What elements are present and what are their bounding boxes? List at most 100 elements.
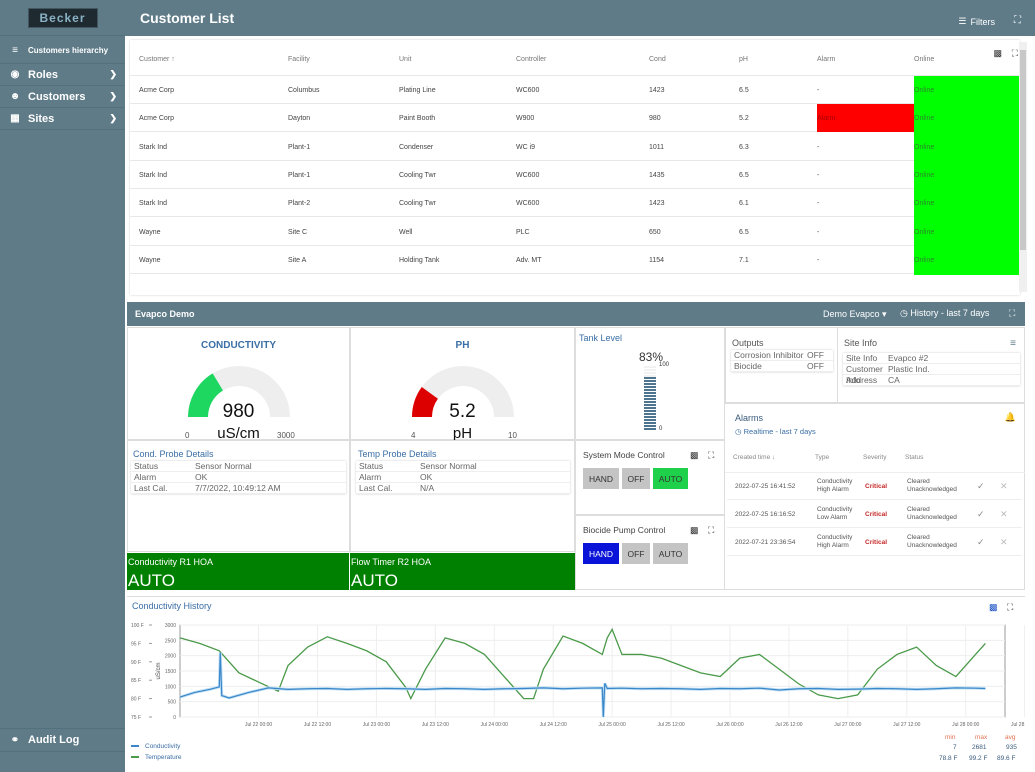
fullscreen-icon[interactable]: ⛶ xyxy=(708,525,714,536)
fullscreen-icon[interactable]: ⛶ xyxy=(708,450,714,461)
flow-timer-r2-hoa: Flow Timer R2 HOA AUTO xyxy=(350,553,575,590)
site-info-row: Customer Info Plastic Ind. xyxy=(843,364,1020,385)
table-row[interactable]: Acme Corp Columbus Plating Line WC600 1423 6.… xyxy=(130,76,1020,105)
history-button[interactable]: ◷ History - last 7 days xyxy=(900,308,989,319)
table-cell: Cooling Twr xyxy=(399,171,436,179)
probe-value: Sensor Normal xyxy=(420,461,477,471)
table-cell: - xyxy=(817,87,820,94)
outputs-card: Outputs Corrosion Inhibitor OFF Biocide OF… xyxy=(725,327,837,403)
x-tick-label: Jul 26 00:00 xyxy=(716,722,743,728)
table-row[interactable]: Acme Corp Dayton Paint Booth W900 980 5.2 Alar… xyxy=(130,104,1020,134)
x-tick-label: Jul 25 00:00 xyxy=(599,722,626,728)
realtime-button[interactable]: ◷ Realtime - last 7 days xyxy=(735,427,816,436)
y-tick-label: 2000 xyxy=(165,654,176,660)
acknowledge-icon[interactable]: ✓ xyxy=(977,537,985,548)
column-header[interactable]: Cond xyxy=(649,56,666,63)
column-header[interactable]: Controller xyxy=(516,56,546,63)
sidebar-item-roles[interactable]: ◉ Roles ❯ xyxy=(0,64,125,86)
table-row[interactable]: Stark Ind Plant-1 Cooling Twr WC600 1435 6.5 -… xyxy=(130,160,1020,190)
menu-icon[interactable]: ≡ xyxy=(1010,338,1016,349)
column-header[interactable]: Customer ↑ xyxy=(139,56,175,63)
probe-row: Alarm OK xyxy=(356,472,570,483)
probe-label: Status xyxy=(134,461,159,471)
table-row[interactable]: Stark Ind Plant-1 Condenser WC i9 1011 6.3 - On… xyxy=(130,132,1020,162)
table-cell: 6.5 xyxy=(739,228,749,236)
table-cell: Plating Line xyxy=(399,87,436,94)
table-row[interactable]: Wayne Site A Holding Tank Adv. MT 1154 7.1 - On… xyxy=(130,245,1020,275)
ph-gauge-card: PH 5.2 pH 4 10 xyxy=(350,327,575,442)
table-cell: 5.2 xyxy=(739,115,749,123)
system-mode-off-button[interactable]: OFF xyxy=(622,468,650,489)
top-bar: Customer List ☰ Filters ⛶ xyxy=(125,0,1035,36)
sidebar-item-sites[interactable]: ▦ Sites ❯ xyxy=(0,108,125,130)
column-header[interactable]: Online xyxy=(914,56,934,63)
series-conductivity-line xyxy=(179,652,986,718)
column-header[interactable]: Facility xyxy=(288,56,310,63)
filter-icon: ☰ xyxy=(958,16,967,26)
conductivity-gauge-card: CONDUCTIVITY 980 uS/cm 0 3000 xyxy=(127,327,350,442)
table-cell: - xyxy=(817,200,820,208)
table-cell: 6.1 xyxy=(739,200,749,208)
table-cell: Acme Corp xyxy=(139,115,175,123)
table-row[interactable]: Wayne Site C Well PLC 650 6.5 - Online xyxy=(130,217,1020,247)
probe-label: Last Cal. xyxy=(359,483,393,493)
series-conductivity-halo xyxy=(179,652,986,718)
customers-hierarchy-link[interactable]: ≡ Customers hierarchy xyxy=(0,38,125,64)
column-header[interactable]: Unit xyxy=(399,56,411,63)
column-header[interactable]: pH xyxy=(739,56,748,63)
system-mode-auto-button[interactable]: AUTO xyxy=(653,468,688,489)
system-mode-hand-button[interactable]: HAND xyxy=(583,468,619,489)
legend-conductivity[interactable]: Conductivity xyxy=(131,743,180,750)
sidebar-item-customers[interactable]: ☻ Customers ❯ xyxy=(0,86,125,108)
legend-label: Temperature xyxy=(145,754,182,761)
hoa-title: Conductivity R1 HOA xyxy=(128,557,214,567)
probe-label: Alarm xyxy=(134,472,157,482)
alarm-status1: Cleared xyxy=(907,506,930,513)
alarm-col-created[interactable]: Created time ↓ xyxy=(733,454,775,461)
conductivity-history-card: Conductivity History ▩ ⛶ 3000 2500 2000 150… xyxy=(127,596,1025,768)
table-cell: Plant-2 xyxy=(288,200,311,208)
device-select[interactable]: Demo Evapco ▾ xyxy=(823,309,887,320)
customers-hierarchy-label: Customers hierarchy xyxy=(28,46,109,55)
legend-temperature[interactable]: Temperature xyxy=(131,754,182,761)
table-cell: Adv. MT xyxy=(516,256,542,264)
y2-tick-label: 85 F xyxy=(131,678,141,684)
fullscreen-icon[interactable]: ⛶ xyxy=(1014,15,1021,26)
y-axis-label: uS/cm xyxy=(156,662,162,679)
logo[interactable]: Becker xyxy=(0,0,125,36)
tank-level-title: Tank Level xyxy=(579,333,623,343)
biocide-pump-hand-button[interactable]: HAND xyxy=(583,543,619,564)
alarm-row[interactable]: 2022-07-21 23:36:54 Conductivity High Alar… xyxy=(727,528,1022,556)
table-cell: Columbus xyxy=(288,87,320,94)
y2-tick-label: 80 F xyxy=(131,697,141,703)
table-cell: 650 xyxy=(649,228,661,236)
export-icon[interactable]: ▩ xyxy=(690,525,699,536)
alarm-row[interactable]: 2022-07-25 16:16:52 Conductivity Low Alarm… xyxy=(727,500,1022,528)
site-info-row: Address CA xyxy=(843,375,1020,386)
sidebar-item-audit-log[interactable]: ⚭ Audit Log xyxy=(0,728,125,752)
clear-icon[interactable]: ✕ xyxy=(1000,509,1008,520)
table-cell: - xyxy=(817,171,820,179)
x-tick-label: Jul 23 12:00 xyxy=(422,722,449,728)
acknowledge-icon[interactable]: ✓ xyxy=(977,481,985,492)
alarm-status2: Unacknowledged xyxy=(907,542,957,549)
bell-icon[interactable]: 🔔 xyxy=(1005,412,1016,423)
table-cell: 6.5 xyxy=(739,171,749,179)
export-icon[interactable]: ▩ xyxy=(690,450,699,461)
column-header[interactable]: Alarm xyxy=(817,56,835,63)
filters-button[interactable]: ☰ Filters xyxy=(958,16,995,27)
x-tick-label: Jul 26 12:00 xyxy=(775,722,802,728)
acknowledge-icon[interactable]: ✓ xyxy=(977,509,985,520)
dashboard-title: Evapco Demo xyxy=(135,309,195,319)
biocide-pump-auto-button[interactable]: AUTO xyxy=(653,543,688,564)
table-row[interactable]: Stark Ind Plant-2 Cooling Twr WC600 1423 6.1 -… xyxy=(130,189,1020,219)
customer-table: ▩ ⛶ Customer ↑ Facility Unit Controller Cond… xyxy=(130,40,1020,325)
table-cell: Plant-1 xyxy=(288,171,311,179)
clear-icon[interactable]: ✕ xyxy=(1000,481,1008,492)
alarm-row[interactable]: 2022-07-25 16:41:52 Conductivity High Alar… xyxy=(727,472,1022,500)
clear-icon[interactable]: ✕ xyxy=(1000,537,1008,548)
table-scrollbar-thumb[interactable] xyxy=(1020,50,1026,250)
biocide-pump-off-button[interactable]: OFF xyxy=(622,543,650,564)
sidebar-item-label: Audit Log xyxy=(28,734,80,746)
fullscreen-icon[interactable]: ⛶ xyxy=(1009,308,1015,319)
